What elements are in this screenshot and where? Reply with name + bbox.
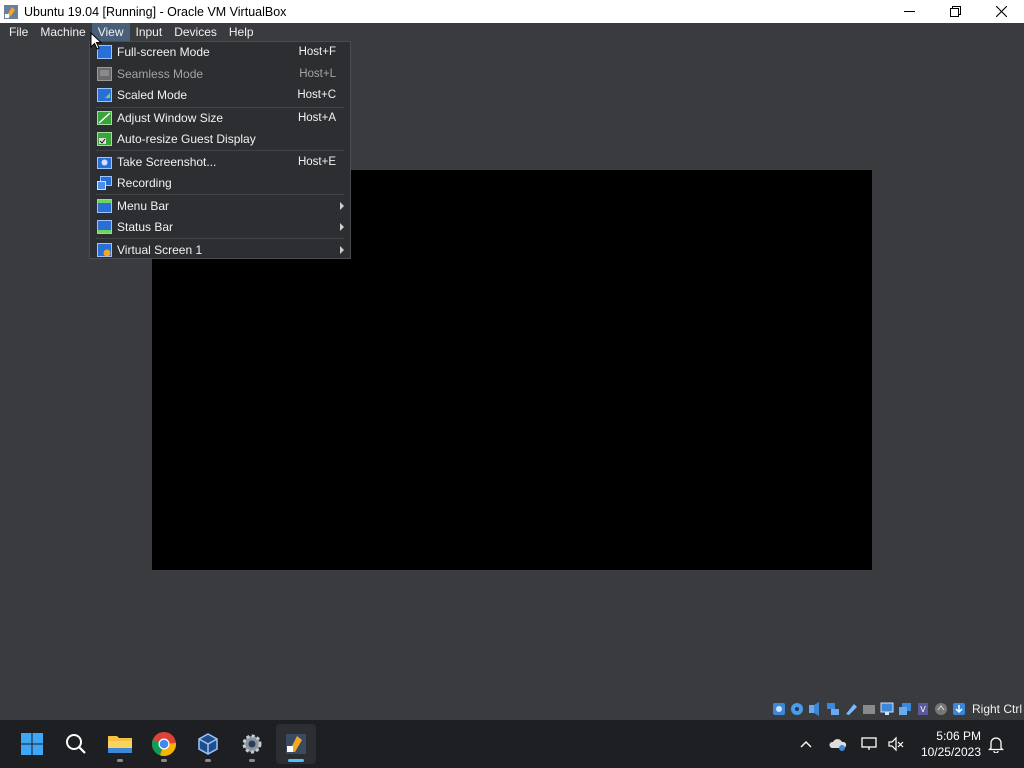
running-indicator — [161, 759, 167, 762]
recording-icon[interactable] — [898, 702, 912, 716]
menu-file[interactable]: File — [3, 23, 34, 42]
menu-bar: File Machine View Input Devices Help — [0, 23, 1024, 42]
network-button[interactable] — [860, 720, 880, 768]
menu-item-scaled[interactable]: Scaled Mode Host+C — [94, 85, 346, 105]
hard-disk-icon[interactable] — [772, 702, 786, 716]
display-icon[interactable] — [880, 702, 894, 716]
search-icon — [66, 734, 86, 754]
window-title: Ubuntu 19.04 [Running] - Oracle VM Virtu… — [24, 4, 287, 19]
submenu-arrow-icon — [340, 246, 344, 254]
usb-icon[interactable] — [844, 702, 858, 716]
virtualbox-app-icon — [4, 4, 18, 19]
volume-button[interactable] — [886, 720, 906, 768]
mouse-cursor-icon — [90, 32, 102, 50]
keyboard-icon[interactable] — [952, 702, 966, 716]
chevron-up-icon — [800, 741, 812, 748]
settings-button[interactable] — [232, 724, 272, 764]
taskbar: 5:06 PM 10/25/2023 — [0, 720, 1024, 768]
menu-item-status-bar[interactable]: Status Bar — [94, 217, 346, 237]
menu-machine[interactable]: Machine — [34, 23, 91, 42]
running-indicator — [249, 759, 255, 762]
start-button[interactable] — [12, 724, 52, 764]
menu-item-virtual-screen[interactable]: Virtual Screen 1 — [94, 240, 346, 260]
file-explorer-button[interactable] — [100, 724, 140, 764]
menu-devices[interactable]: Devices — [168, 23, 223, 42]
seamless-icon — [97, 67, 112, 81]
chrome-icon — [151, 732, 177, 757]
maximize-button[interactable] — [932, 0, 978, 23]
menu-item-menu-bar[interactable]: Menu Bar — [94, 196, 346, 216]
menu-input[interactable]: Input — [130, 23, 169, 42]
menu-item-recording[interactable]: Recording — [94, 173, 346, 193]
menu-item-seamless[interactable]: Seamless Mode Host+L — [94, 64, 346, 84]
menu-bar-icon — [97, 199, 112, 213]
menu-item-auto-resize[interactable]: Auto-resize Guest Display — [94, 129, 346, 149]
cpu-icon[interactable]: V — [916, 702, 930, 716]
svg-text:V: V — [920, 705, 926, 714]
view-menu-dropdown: Full-screen Mode Host+F Seamless Mode Ho… — [89, 41, 351, 259]
virtualbox-vm-button[interactable] — [276, 724, 316, 764]
host-key-label: Right Ctrl — [971, 702, 1022, 716]
onedrive-icon — [829, 739, 847, 751]
maximize-icon — [949, 6, 961, 17]
close-icon — [995, 6, 1007, 17]
menu-separator — [96, 194, 344, 195]
clock-date: 10/25/2023 — [920, 745, 981, 759]
minimize-icon — [903, 11, 915, 12]
notifications-button[interactable] — [986, 720, 1006, 768]
screenshot-icon — [97, 157, 112, 169]
chrome-button[interactable] — [144, 724, 184, 764]
running-indicator — [205, 759, 211, 762]
window-title-bar: Ubuntu 19.04 [Running] - Oracle VM Virtu… — [0, 0, 1024, 23]
auto-resize-icon — [97, 132, 112, 146]
network-icon — [861, 737, 877, 750]
scaled-icon — [97, 88, 112, 102]
menu-item-adjust-window[interactable]: Adjust Window Size Host+A — [94, 108, 346, 128]
volume-muted-icon — [888, 736, 904, 752]
network-icon[interactable] — [826, 702, 840, 716]
settings-icon — [242, 734, 262, 754]
shared-folders-icon[interactable] — [862, 702, 876, 716]
status-bar-icon — [97, 220, 112, 234]
submenu-arrow-icon — [340, 223, 344, 231]
mouse-integration-icon[interactable] — [934, 702, 948, 716]
virtual-screen-icon — [97, 243, 112, 257]
virtualbox-vm-icon — [286, 734, 306, 754]
submenu-arrow-icon — [340, 202, 344, 210]
virtualbox-manager-button[interactable] — [188, 724, 228, 764]
menu-separator — [96, 150, 344, 151]
optical-drive-icon[interactable] — [790, 702, 804, 716]
menu-item-screenshot[interactable]: Take Screenshot... Host+E — [94, 152, 346, 172]
clock-time: 5:06 PM — [936, 729, 981, 743]
minimize-button[interactable] — [886, 0, 932, 23]
close-button[interactable] — [978, 0, 1024, 23]
bell-icon — [988, 737, 1004, 753]
audio-icon[interactable] — [808, 702, 822, 716]
vm-status-bar: V Right Ctrl — [772, 700, 1024, 718]
start-icon — [21, 733, 43, 755]
menu-help[interactable]: Help — [223, 23, 260, 42]
recording-icon — [97, 176, 112, 190]
clock[interactable]: 5:06 PM 10/25/2023 — [921, 728, 981, 760]
menu-item-fullscreen[interactable]: Full-screen Mode Host+F — [94, 42, 346, 62]
onedrive-button[interactable] — [828, 720, 848, 768]
menu-separator — [96, 238, 344, 239]
virtualbox-manager-icon — [198, 733, 218, 755]
file-explorer-icon — [108, 736, 132, 753]
show-hidden-icons-button[interactable] — [796, 720, 816, 768]
running-indicator — [117, 759, 123, 762]
search-button[interactable] — [56, 724, 96, 764]
adjust-window-icon — [97, 111, 112, 125]
active-indicator — [288, 759, 304, 762]
